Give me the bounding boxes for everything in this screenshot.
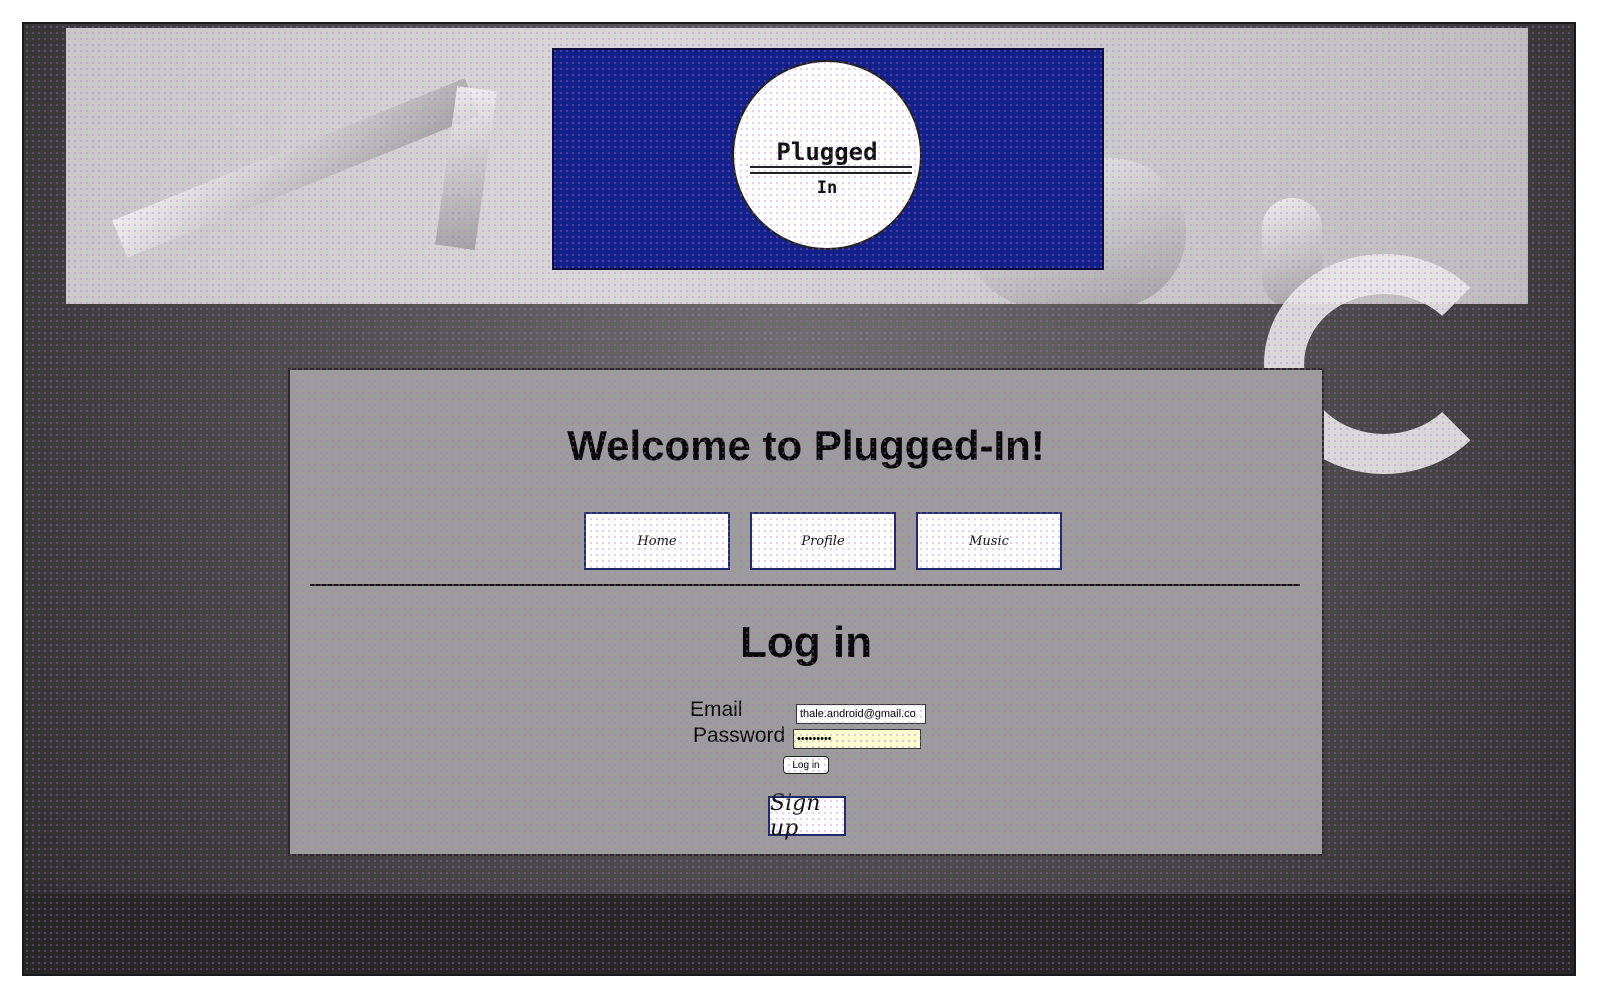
email-field[interactable] <box>796 704 926 724</box>
bottom-band <box>24 894 1574 974</box>
divider <box>310 584 1300 586</box>
header-banner: Plugged In <box>66 28 1528 304</box>
email-label: Email <box>690 698 743 721</box>
logo-text-plugged: Plugged <box>776 138 878 166</box>
signup-button[interactable]: Sign up <box>768 791 846 841</box>
logo[interactable]: Plugged In <box>732 60 922 250</box>
nav-profile-button[interactable]: Profile <box>750 512 896 570</box>
nav-home-button[interactable]: Home <box>584 512 730 570</box>
welcome-title: Welcome to Plugged-In! <box>567 422 1045 469</box>
password-field[interactable] <box>793 729 921 749</box>
nav-music-button[interactable]: Music <box>916 512 1062 570</box>
page-background: Plugged In Welcome to Plugged-In! Home P… <box>22 22 1576 976</box>
main-content-panel: Welcome to Plugged-In! Home Profile Musi… <box>288 368 1324 856</box>
logo-text-in: In <box>816 178 838 198</box>
nav-bar: Home Profile Music <box>584 512 1062 570</box>
login-title: Log in <box>740 618 872 667</box>
logo-underline <box>750 166 912 174</box>
background-letter-m-shape <box>112 78 480 258</box>
login-button[interactable]: Log in <box>783 756 829 774</box>
logo-panel: Plugged In <box>552 48 1104 270</box>
password-label: Password <box>693 724 786 747</box>
